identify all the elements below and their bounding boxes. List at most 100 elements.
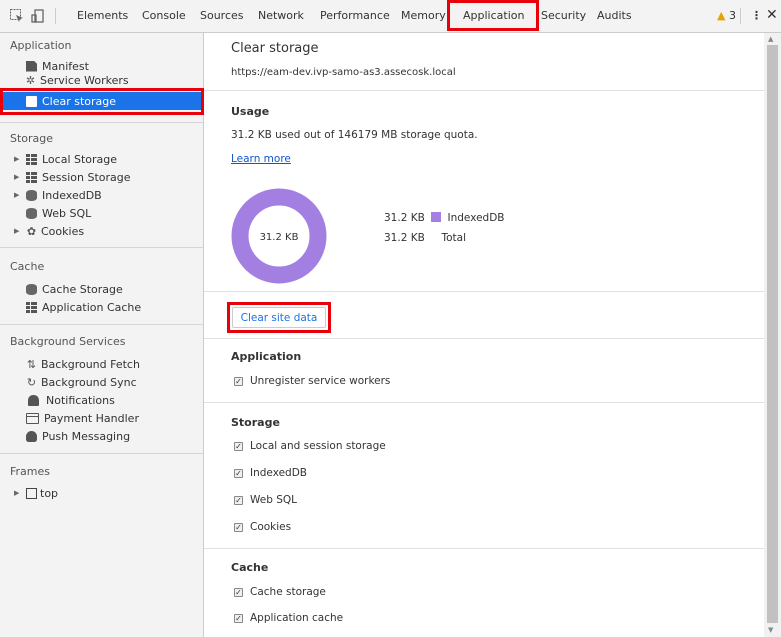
sidebar-item-local-storage[interactable]: ▶ Local Storage bbox=[14, 150, 117, 168]
scroll-up-arrow-icon[interactable]: ▲ bbox=[768, 35, 773, 43]
scrollbar-thumb[interactable] bbox=[767, 45, 778, 623]
sidebar-section-storage: Storage bbox=[10, 132, 54, 145]
checkbox-unregister-service-workers[interactable]: ✓ Unregister service workers bbox=[234, 375, 390, 387]
expand-arrow-icon[interactable]: ▶ bbox=[14, 489, 22, 497]
checkbox-icon[interactable]: ✓ bbox=[234, 376, 243, 386]
checkbox-cookies[interactable]: ✓ Cookies bbox=[234, 521, 291, 533]
device-toggle-icon[interactable] bbox=[31, 8, 47, 24]
sidebar-item-notifications[interactable]: Notifications bbox=[26, 391, 115, 409]
sidebar-section-background-services: Background Services bbox=[10, 335, 126, 348]
checkbox-icon[interactable]: ✓ bbox=[234, 495, 243, 505]
grid-icon bbox=[26, 153, 37, 165]
tab-elements[interactable]: Elements bbox=[77, 9, 128, 22]
sidebar-item-label: Web SQL bbox=[42, 206, 92, 220]
warning-icon: ▲ bbox=[717, 9, 726, 22]
page-title: Clear storage bbox=[231, 41, 319, 56]
sidebar-item-label: Manifest bbox=[42, 59, 89, 73]
sidebar-item-label: Notifications bbox=[46, 393, 115, 407]
inspect-icon[interactable] bbox=[9, 8, 25, 24]
checkbox-icon[interactable]: ✓ bbox=[234, 522, 243, 532]
clear-storage-panel: Clear storage https://eam-dev.ivp-samo-a… bbox=[204, 33, 764, 637]
tab-sources[interactable]: Sources bbox=[200, 9, 244, 22]
cookie-icon: ✿ bbox=[26, 224, 37, 238]
checkbox-local-session-storage[interactable]: ✓ Local and session storage bbox=[234, 440, 386, 452]
tab-security[interactable]: Security bbox=[541, 9, 586, 22]
sidebar-item-label: IndexedDB bbox=[42, 188, 102, 202]
sidebar-item-cookies[interactable]: ▶ ✿ Cookies bbox=[14, 222, 84, 240]
checkbox-label: Unregister service workers bbox=[250, 375, 391, 387]
database-icon bbox=[26, 283, 37, 295]
bell-icon bbox=[28, 394, 39, 406]
sidebar-item-label: Push Messaging bbox=[42, 429, 131, 443]
donut-center-label: 31.2 KB bbox=[260, 232, 299, 243]
usage-summary: 31.2 KB used out of 146179 MB storage qu… bbox=[231, 129, 478, 141]
tab-network[interactable]: Network bbox=[258, 9, 304, 22]
database-icon bbox=[26, 189, 37, 201]
checkbox-label: Web SQL bbox=[250, 494, 298, 506]
sidebar-item-cache-storage[interactable]: Cache Storage bbox=[26, 280, 123, 298]
usage-donut-chart: 31.2 KB bbox=[231, 188, 327, 284]
more-menu-icon[interactable]: ⋮ bbox=[751, 9, 762, 22]
learn-more-link[interactable]: Learn more bbox=[231, 153, 291, 165]
sidebar-item-application-cache[interactable]: Application Cache bbox=[26, 298, 141, 316]
scroll-down-arrow-icon[interactable]: ▼ bbox=[768, 626, 773, 634]
sidebar: Application Manifest ✲ Service Workers C… bbox=[0, 33, 204, 637]
close-icon[interactable]: ✕ bbox=[766, 7, 778, 23]
sidebar-item-background-fetch[interactable]: ⇅ Background Fetch bbox=[26, 355, 140, 373]
warning-count: 3 bbox=[728, 9, 736, 22]
section-divider bbox=[0, 453, 203, 454]
toolbar-separator bbox=[740, 8, 741, 24]
expand-arrow-icon[interactable]: ▶ bbox=[14, 155, 22, 163]
tab-memory[interactable]: Memory bbox=[401, 9, 446, 22]
sidebar-item-label: Session Storage bbox=[42, 170, 131, 184]
legend-label: Total bbox=[441, 232, 467, 244]
gear-icon: ✲ bbox=[26, 74, 36, 86]
checkbox-icon[interactable]: ✓ bbox=[234, 441, 243, 451]
sidebar-item-top-frame[interactable]: ▶ top bbox=[14, 484, 58, 502]
application-heading: Application bbox=[231, 350, 302, 363]
expand-arrow-icon[interactable]: ▶ bbox=[14, 227, 22, 235]
checkbox-application-cache[interactable]: ✓ Application cache bbox=[234, 612, 343, 624]
document-icon bbox=[26, 60, 37, 72]
checkbox-web-sql[interactable]: ✓ Web SQL bbox=[234, 494, 297, 506]
expand-arrow-icon[interactable]: ▶ bbox=[14, 173, 22, 181]
section-divider bbox=[204, 548, 764, 549]
tab-performance[interactable]: Performance bbox=[320, 9, 390, 22]
grid-icon bbox=[26, 171, 37, 183]
vertical-scrollbar[interactable]: ▲ ▼ bbox=[764, 33, 781, 637]
sidebar-section-frames: Frames bbox=[10, 465, 51, 478]
sidebar-item-service-workers[interactable]: ✲ Service Workers bbox=[26, 74, 129, 86]
tab-audits[interactable]: Audits bbox=[597, 9, 632, 22]
warning-counter[interactable]: ▲ 3 bbox=[717, 9, 736, 22]
sidebar-item-indexeddb[interactable]: ▶ IndexedDB bbox=[14, 186, 102, 204]
sidebar-item-web-sql[interactable]: Web SQL bbox=[26, 204, 91, 222]
checkbox-icon[interactable]: ✓ bbox=[234, 587, 243, 597]
sidebar-item-session-storage[interactable]: ▶ Session Storage bbox=[14, 168, 131, 186]
clear-site-data-button[interactable]: Clear site data bbox=[232, 307, 326, 328]
usage-heading: Usage bbox=[231, 105, 270, 118]
expand-arrow-icon[interactable]: ▶ bbox=[14, 191, 22, 199]
sidebar-item-label: Background Sync bbox=[41, 375, 137, 389]
sidebar-item-payment-handler[interactable]: Payment Handler bbox=[26, 409, 139, 427]
checkbox-cache-storage[interactable]: ✓ Cache storage bbox=[234, 586, 326, 598]
checkbox-icon[interactable]: ✓ bbox=[234, 613, 243, 623]
checkbox-icon[interactable]: ✓ bbox=[234, 468, 243, 478]
toolbar-separator bbox=[55, 8, 56, 24]
legend-row-total: 31.2 KB Total bbox=[384, 232, 466, 244]
checkbox-indexeddb[interactable]: ✓ IndexedDB bbox=[234, 467, 307, 479]
sidebar-item-manifest[interactable]: Manifest bbox=[26, 57, 89, 75]
cloud-icon bbox=[26, 430, 37, 442]
legend-label: IndexedDB bbox=[447, 212, 505, 224]
sidebar-item-label: Cookies bbox=[41, 224, 85, 238]
trash-icon bbox=[26, 95, 37, 107]
sidebar-item-label: Local Storage bbox=[42, 152, 118, 166]
sidebar-item-push-messaging[interactable]: Push Messaging bbox=[26, 427, 130, 445]
tab-application[interactable]: Application bbox=[463, 9, 524, 22]
origin-url: https://eam-dev.ivp-samo-as3.assecosk.lo… bbox=[231, 67, 456, 78]
sidebar-item-label: Background Fetch bbox=[41, 357, 140, 371]
sidebar-item-background-sync[interactable]: ↻ Background Sync bbox=[26, 373, 137, 391]
section-divider bbox=[204, 291, 764, 292]
section-divider bbox=[0, 247, 203, 248]
sidebar-item-clear-storage[interactable]: Clear storage bbox=[2, 92, 202, 110]
tab-console[interactable]: Console bbox=[142, 9, 186, 22]
